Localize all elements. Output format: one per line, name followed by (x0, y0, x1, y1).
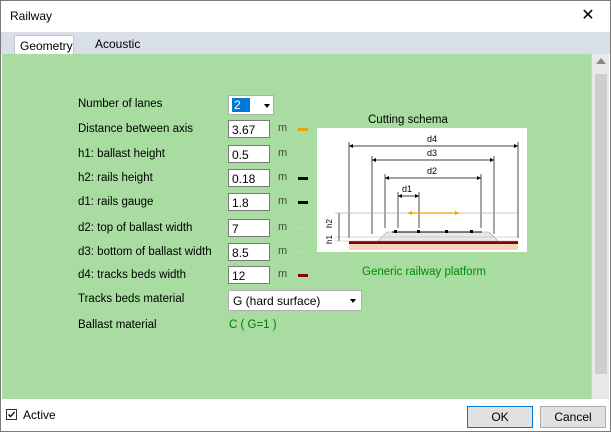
ballast-height-label: h1: ballast height (78, 148, 165, 160)
rails-gauge-input[interactable]: 1.8 (228, 193, 270, 211)
tracks-beds-material-select[interactable]: G (hard surface) (228, 290, 362, 311)
lanes-label: Number of lanes (78, 98, 163, 110)
tracks-beds-width-input[interactable]: 12 (228, 266, 270, 284)
platform-caption: Generic railway platform (362, 266, 486, 278)
tracks-beds-width-color-swatch (298, 274, 308, 277)
d2-dimension-label: d2 (427, 166, 437, 176)
ballast-height-unit: m (278, 147, 288, 159)
ballast-material-value: C ( G=1 ) (229, 319, 277, 331)
rails-gauge-color-swatch (298, 201, 308, 204)
cutting-schema-diagram: d4 d3 d2 d1 h2 h1 (317, 128, 527, 252)
title-bar: Railway ✕ (1, 1, 610, 31)
active-label: Active (23, 408, 56, 422)
vertical-scrollbar[interactable] (591, 54, 609, 399)
dialog-footer: Active OK Cancel (1, 399, 610, 431)
tracks-beds-width-label: d4: tracks beds width (78, 269, 187, 281)
distance-axis-unit: m (278, 122, 288, 134)
top-ballast-width-input[interactable]: 7 (228, 219, 270, 237)
bottom-ballast-width-input[interactable]: 8.5 (228, 243, 270, 261)
distance-axis-label: Distance between axis (78, 123, 194, 135)
bottom-ballast-width-color-swatch (298, 251, 308, 254)
active-checkbox[interactable] (6, 409, 17, 420)
rails-height-label: h2: rails height (78, 172, 153, 184)
lanes-value: 2 (232, 98, 250, 112)
tab-acoustic[interactable]: Acoustic (85, 34, 150, 54)
chevron-down-icon (350, 299, 356, 303)
distance-axis-input[interactable]: 3.67 (228, 120, 270, 138)
cutting-schema-title: Cutting schema (368, 114, 448, 126)
rails-gauge-label: d1: rails gauge (78, 196, 154, 208)
rails-height-unit: m (278, 171, 288, 183)
bottom-ballast-width-unit: m (278, 245, 288, 257)
bottom-ballast-width-label: d3: bottom of ballast width (78, 246, 212, 258)
distance-axis-color-swatch (298, 128, 308, 131)
window-title: Railway (10, 9, 53, 23)
scroll-up-icon[interactable] (596, 58, 606, 64)
tracks-beds-material-label: Tracks beds material (78, 293, 185, 305)
railway-dialog: Railway ✕ Geometry Acoustic Number of la… (0, 0, 611, 432)
tab-strip: Geometry Acoustic (1, 32, 610, 55)
chevron-down-icon (264, 104, 270, 108)
top-ballast-width-color-swatch (298, 227, 308, 230)
h2-dimension-label: h2 (325, 219, 334, 228)
tracks-beds-material-value: G (hard surface) (233, 294, 321, 308)
tab-geometry[interactable]: Geometry (14, 35, 74, 55)
tracks-beds-width-unit: m (278, 268, 288, 280)
rails-gauge-unit: m (278, 195, 288, 207)
h1-dimension-label: h1 (325, 235, 334, 244)
top-ballast-width-unit: m (278, 221, 288, 233)
ballast-material-label: Ballast material (78, 319, 157, 331)
rails-height-color-swatch (298, 177, 308, 180)
d1-dimension-label: d1 (402, 184, 412, 194)
ballast-height-input[interactable]: 0.5 (228, 145, 270, 163)
cancel-button[interactable]: Cancel (540, 406, 606, 428)
lanes-select[interactable]: 2 (228, 95, 274, 115)
d3-dimension-label: d3 (427, 148, 437, 158)
rails-height-input[interactable]: 0.18 (228, 169, 270, 187)
top-ballast-width-label: d2: top of ballast width (78, 222, 193, 234)
d4-dimension-label: d4 (427, 134, 437, 144)
scrollbar-thumb[interactable] (595, 74, 607, 374)
ballast-height-color-swatch (298, 153, 308, 156)
close-icon[interactable]: ✕ (566, 1, 610, 31)
ok-button[interactable]: OK (467, 406, 533, 428)
